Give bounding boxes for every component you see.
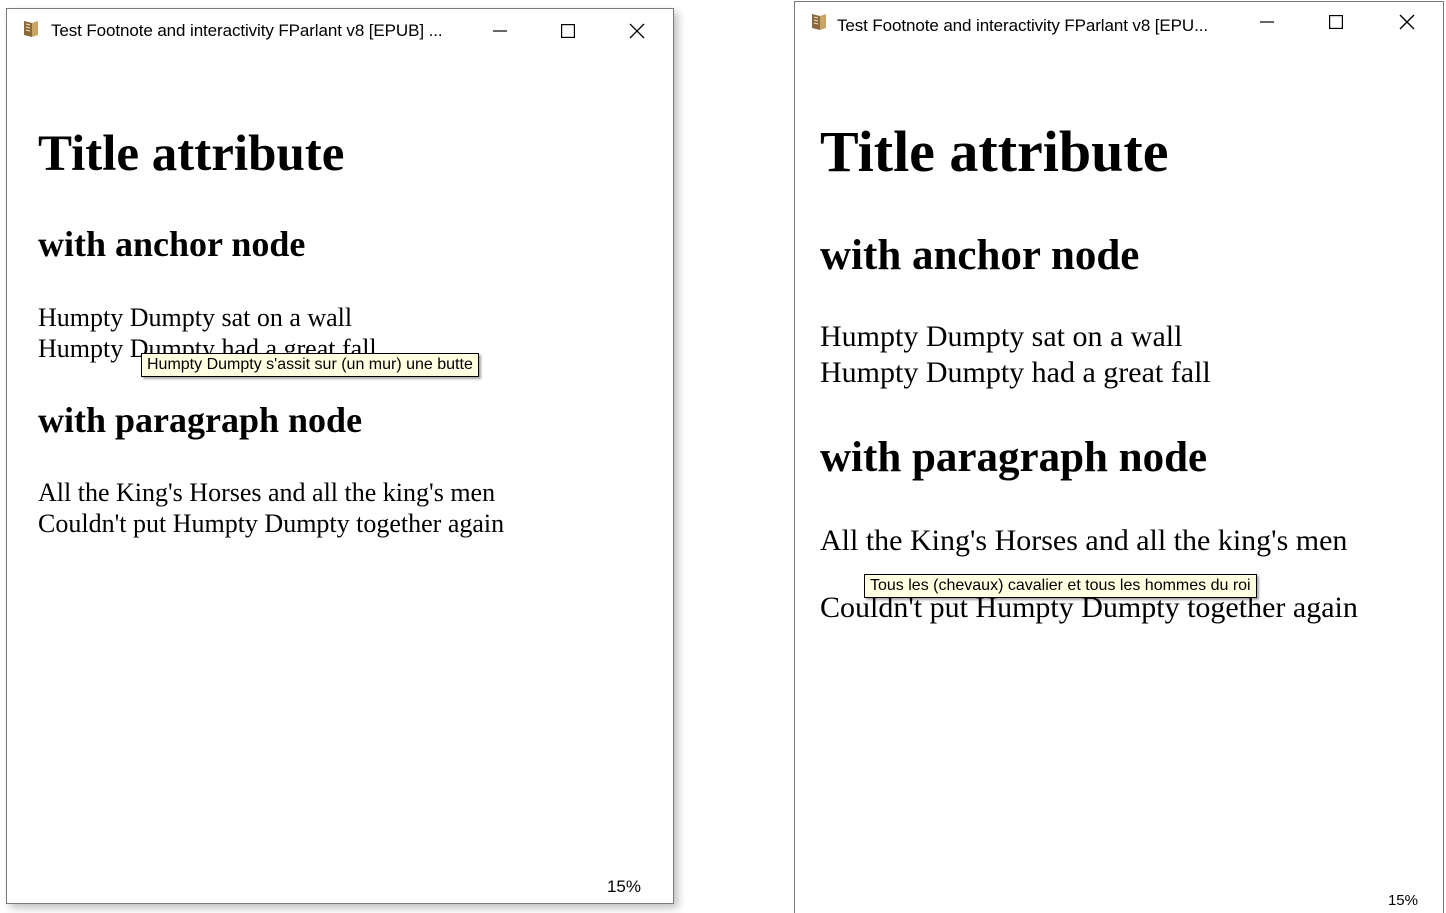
section-heading-paragraph: with paragraph node: [820, 434, 1208, 481]
verse-line[interactable]: All the King's Horses and all the king's…: [820, 524, 1347, 558]
app-book-icon: [809, 12, 829, 32]
maximize-button[interactable]: [545, 15, 591, 47]
verse-line[interactable]: Humpty Dumpty sat on a wall: [820, 320, 1182, 354]
section-heading-anchor: with anchor node: [820, 232, 1140, 279]
window-title: Test Footnote and interactivity FParlant…: [837, 16, 1208, 35]
verse-line[interactable]: Humpty Dumpty had a great fall: [820, 356, 1211, 390]
app-book-icon: [21, 19, 41, 39]
reading-progress: 15%: [606, 877, 641, 896]
title-bar[interactable]: Test Footnote and interactivity FParlant…: [795, 2, 1443, 46]
section-heading-paragraph: with paragraph node: [38, 400, 363, 440]
title-tooltip: Humpty Dumpty s'assit sur (un mur) une b…: [141, 353, 479, 377]
minimize-icon: [493, 30, 507, 32]
close-button[interactable]: [1384, 6, 1430, 38]
close-icon: [629, 23, 645, 39]
chapter-title: Title attribute: [820, 119, 1169, 184]
minimize-icon: [1260, 21, 1274, 23]
verse-line[interactable]: Humpty Dumpty sat on a wall: [38, 303, 352, 333]
reading-progress: 15%: [1387, 892, 1418, 909]
maximize-button[interactable]: [1313, 6, 1359, 38]
maximize-icon: [561, 24, 575, 38]
close-button[interactable]: [614, 15, 660, 47]
reader-window-left: Test Footnote and interactivity FParlant…: [6, 8, 674, 904]
minimize-button[interactable]: [1244, 6, 1290, 38]
verse-line[interactable]: All the King's Horses and all the king's…: [38, 478, 495, 508]
reader-window-right: Test Footnote and interactivity FParlant…: [794, 1, 1444, 913]
book-page[interactable]: Title attribute with anchor node Humpty …: [795, 46, 1443, 913]
window-title: Test Footnote and interactivity FParlant…: [51, 21, 443, 40]
title-tooltip: Tous les (chevaux) cavalier et tous les …: [864, 574, 1257, 598]
section-heading-anchor: with anchor node: [38, 224, 306, 264]
minimize-button[interactable]: [477, 15, 523, 47]
close-icon: [1399, 14, 1415, 30]
maximize-icon: [1329, 15, 1343, 29]
book-page[interactable]: Title attribute with anchor node Humpty …: [7, 53, 673, 903]
verse-line[interactable]: Couldn't put Humpty Dumpty together agai…: [38, 509, 504, 539]
chapter-title: Title attribute: [38, 126, 345, 182]
title-bar[interactable]: Test Footnote and interactivity FParlant…: [7, 9, 673, 53]
